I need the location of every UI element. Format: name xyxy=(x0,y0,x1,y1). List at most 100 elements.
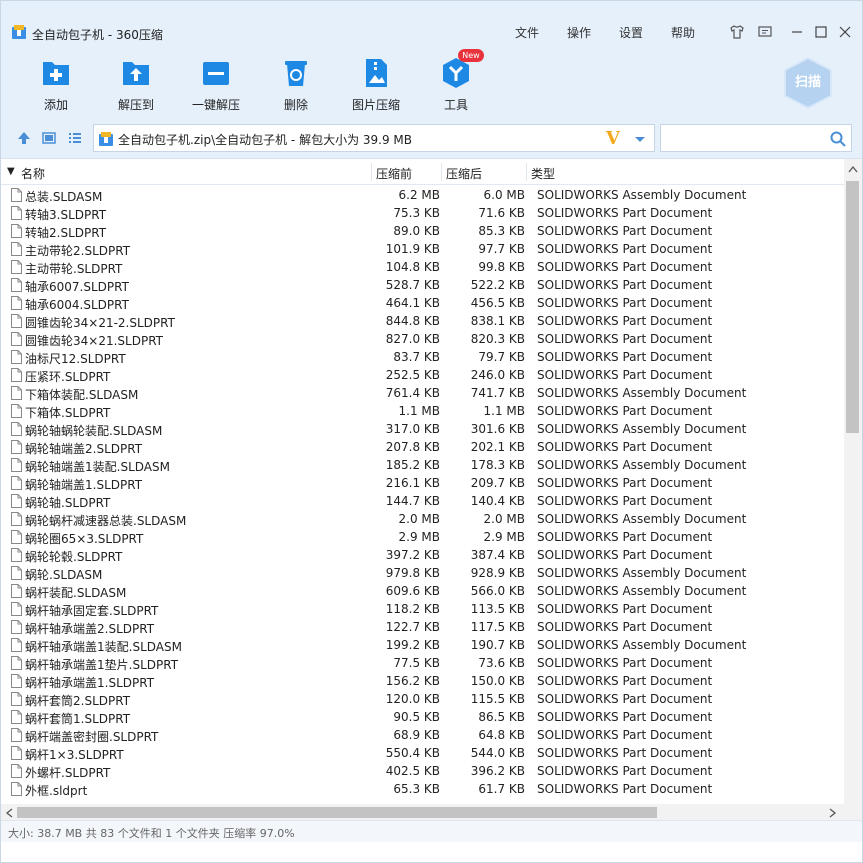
file-packed-size: 609.6 KB xyxy=(385,584,440,598)
maximize-button[interactable] xyxy=(812,23,830,41)
new-badge: New xyxy=(458,49,484,62)
column-divider[interactable] xyxy=(526,163,527,181)
delete-button[interactable]: 删除 xyxy=(264,56,328,112)
file-row[interactable]: 蜗杆轴承端盖2.SLDPRT 122.7 KB 117.5 KB SOLIDWORKS… xyxy=(1,618,844,636)
close-button[interactable] xyxy=(836,23,854,41)
search-icon[interactable] xyxy=(829,130,847,148)
file-row[interactable]: 蜗轮圈65×3.SLDPRT 2.9 MB 2.9 MB SOLIDWORKS Par… xyxy=(1,528,844,546)
h-scrollbar-thumb[interactable] xyxy=(17,807,657,818)
column-divider[interactable] xyxy=(371,163,372,181)
file-row[interactable]: 蜗轮轴蜗轮装配.SLDASM 317.0 KB 301.6 KB SOLIDWORKS… xyxy=(1,420,844,438)
file-row[interactable]: 转轴3.SLDPRT 75.3 KB 71.6 KB SOLIDWORKS Part … xyxy=(1,204,844,222)
scan-button[interactable]: 扫描 xyxy=(781,56,835,110)
file-row[interactable]: 转轴2.SLDPRT 89.0 KB 85.3 KB SOLIDWORKS Part … xyxy=(1,222,844,240)
file-row[interactable]: 蜗轮蜗杆减速器总装.SLDASM 2.0 MB 2.0 MB SOLIDWORKS A… xyxy=(1,510,844,528)
skin-button[interactable] xyxy=(728,23,746,41)
menu-help[interactable]: 帮助 xyxy=(671,24,695,41)
file-icon xyxy=(11,584,22,598)
file-row[interactable]: 蜗杆1×3.SLDPRT 550.4 KB 544.0 KB SOLIDWORKS P… xyxy=(1,744,844,762)
menu-file[interactable]: 文件 xyxy=(515,24,539,41)
file-row[interactable]: 外框.sldprt 65.3 KB 61.7 KB SOLIDWORKS Part D… xyxy=(1,780,844,798)
address-row: 全自动包子机.zip\全自动包子机 - 解包大小为 39.9 MB V xyxy=(1,124,862,154)
file-row[interactable]: 蜗杆装配.SLDASM 609.6 KB 566.0 KB SOLIDWORKS As… xyxy=(1,582,844,600)
file-original-size: 1.1 MB xyxy=(483,404,525,418)
one-click-extract-label: 一键解压 xyxy=(191,98,240,112)
title-bar: 全自动包子机 - 360压缩 文件 操作 设置 帮助 xyxy=(1,1,862,42)
file-row[interactable]: 主动带轮2.SLDPRT 101.9 KB 97.7 KB SOLIDWORKS Pa… xyxy=(1,240,844,258)
file-icon xyxy=(11,692,22,706)
status-bar: 大小: 38.7 MB 共 83 个文件和 1 个文件夹 压缩率 97.0% xyxy=(1,820,862,842)
thumbnail-view-icon[interactable] xyxy=(41,130,57,146)
file-packed-size: 83.7 KB xyxy=(393,350,440,364)
file-row[interactable]: 蜗轮轴端盖1.SLDPRT 216.1 KB 209.7 KB SOLIDWORKS … xyxy=(1,474,844,492)
file-type: SOLIDWORKS Part Document xyxy=(537,368,713,382)
add-button[interactable]: 添加 xyxy=(24,56,88,112)
file-packed-size: 77.5 KB xyxy=(393,656,440,670)
file-packed-size: 216.1 KB xyxy=(385,476,440,490)
file-row[interactable]: 蜗轮轴端盖1装配.SLDASM 185.2 KB 178.3 KB SOLIDWORK… xyxy=(1,456,844,474)
column-name[interactable]: 名称 xyxy=(21,165,45,182)
status-text: 大小: 38.7 MB 共 83 个文件和 1 个文件夹 压缩率 97.0% xyxy=(8,827,295,840)
file-row[interactable]: 圆锥齿轮34×21-2.SLDPRT 844.8 KB 838.1 KB SOLIDW… xyxy=(1,312,844,330)
file-row[interactable]: 蜗轮.SLDASM 979.8 KB 928.9 KB SOLIDWORKS Asse… xyxy=(1,564,844,582)
vertical-scrollbar[interactable] xyxy=(844,159,862,804)
file-row[interactable]: 外螺杆.SLDPRT 402.5 KB 396.2 KB SOLIDWORKS Par… xyxy=(1,762,844,780)
file-type: SOLIDWORKS Part Document xyxy=(537,782,713,796)
file-row[interactable]: 下箱体装配.SLDASM 761.4 KB 741.7 KB SOLIDWORKS A… xyxy=(1,384,844,402)
file-row[interactable]: 蜗杆套筒1.SLDPRT 90.5 KB 86.5 KB SOLIDWORKS Par… xyxy=(1,708,844,726)
file-original-size: 209.7 KB xyxy=(470,476,525,490)
message-icon xyxy=(758,26,772,37)
feedback-button[interactable] xyxy=(756,23,774,41)
shirt-icon xyxy=(730,25,744,39)
file-type: SOLIDWORKS Assembly Document xyxy=(537,584,747,598)
file-row[interactable]: 蜗轮轮毂.SLDPRT 397.2 KB 387.4 KB SOLIDWORKS Pa… xyxy=(1,546,844,564)
image-compress-button[interactable]: 图片压缩 xyxy=(344,56,408,112)
file-icon xyxy=(11,548,22,562)
chevron-down-icon[interactable] xyxy=(632,131,648,147)
scroll-left-icon[interactable] xyxy=(5,808,13,818)
horizontal-scrollbar[interactable] xyxy=(1,804,862,821)
file-icon xyxy=(11,458,22,472)
column-type[interactable]: 类型 xyxy=(531,165,555,182)
file-row[interactable]: 下箱体.SLDPRT 1.1 MB 1.1 MB SOLIDWORKS Part Do… xyxy=(1,402,844,420)
menu-settings[interactable]: 设置 xyxy=(619,24,643,41)
one-click-extract-button[interactable]: 一键解压 xyxy=(184,56,248,112)
file-row[interactable]: 圆锥齿轮34×21.SLDPRT 827.0 KB 820.3 KB SOLIDWOR… xyxy=(1,330,844,348)
up-arrow-icon[interactable] xyxy=(16,130,32,146)
tools-button[interactable]: 工具 xyxy=(424,56,488,112)
file-row[interactable]: 轴承6007.SLDPRT 528.7 KB 522.2 KB SOLIDWORKS … xyxy=(1,276,844,294)
file-row[interactable]: 蜗轮轴.SLDPRT 144.7 KB 140.4 KB SOLIDWORKS Par… xyxy=(1,492,844,510)
column-original-size[interactable]: 压缩后 xyxy=(446,165,482,182)
file-row[interactable]: 蜗杆轴承端盖1.SLDPRT 156.2 KB 150.0 KB SOLIDWORKS… xyxy=(1,672,844,690)
list-view-icon[interactable] xyxy=(67,130,83,146)
address-bar[interactable]: 全自动包子机.zip\全自动包子机 - 解包大小为 39.9 MB V xyxy=(93,124,655,152)
file-row[interactable]: 主动带轮.SLDPRT 104.8 KB 99.8 KB SOLIDWORKS Par… xyxy=(1,258,844,276)
scrollbar-thumb[interactable] xyxy=(846,181,859,433)
file-icon xyxy=(11,350,22,364)
file-row[interactable]: 蜗轮轴端盖2.SLDPRT 207.8 KB 202.1 KB SOLIDWORKS … xyxy=(1,438,844,456)
file-row[interactable]: 蜗杆轴承固定套.SLDPRT 118.2 KB 113.5 KB SOLIDWORKS… xyxy=(1,600,844,618)
menu-operation[interactable]: 操作 xyxy=(567,24,591,41)
file-packed-size: 75.3 KB xyxy=(393,206,440,220)
sort-desc-icon[interactable]: ▼ xyxy=(7,166,15,177)
column-divider[interactable] xyxy=(441,163,442,181)
file-row[interactable]: 蜗杆轴承端盖1装配.SLDASM 199.2 KB 190.7 KB SOLIDWOR… xyxy=(1,636,844,654)
file-row[interactable]: 油标尺12.SLDPRT 83.7 KB 79.7 KB SOLIDWORKS Par… xyxy=(1,348,844,366)
file-row[interactable]: 蜗杆轴承端盖1垫片.SLDPRT 77.5 KB 73.6 KB SOLIDWORKS… xyxy=(1,654,844,672)
search-input[interactable] xyxy=(660,124,852,152)
app-window: 全自动包子机 - 360压缩 文件 操作 设置 帮助 添加 解压到 一键解压 删… xyxy=(0,0,863,863)
file-row[interactable]: 压紧环.SLDPRT 252.5 KB 246.0 KB SOLIDWORKS Par… xyxy=(1,366,844,384)
file-original-size: 86.5 KB xyxy=(478,710,525,724)
extract-to-button[interactable]: 解压到 xyxy=(104,56,168,112)
file-row[interactable]: 蜗杆端盖密封圈.SLDPRT 68.9 KB 64.8 KB SOLIDWORKS P… xyxy=(1,726,844,744)
minimize-button[interactable] xyxy=(788,23,806,41)
file-row[interactable]: 总装.SLDASM 6.2 MB 6.0 MB SOLIDWORKS Assembly… xyxy=(1,186,844,204)
column-packed-size[interactable]: 压缩前 xyxy=(376,165,412,182)
file-row[interactable]: 蜗杆套筒2.SLDPRT 120.0 KB 115.5 KB SOLIDWORKS P… xyxy=(1,690,844,708)
file-row[interactable]: 轴承6004.SLDPRT 464.1 KB 456.5 KB SOLIDWORKS … xyxy=(1,294,844,312)
file-original-size: 522.2 KB xyxy=(470,278,525,292)
app-logo-icon xyxy=(12,25,26,39)
scroll-right-icon[interactable] xyxy=(829,808,837,818)
scroll-up-icon[interactable] xyxy=(848,165,858,173)
file-icon xyxy=(11,314,22,328)
